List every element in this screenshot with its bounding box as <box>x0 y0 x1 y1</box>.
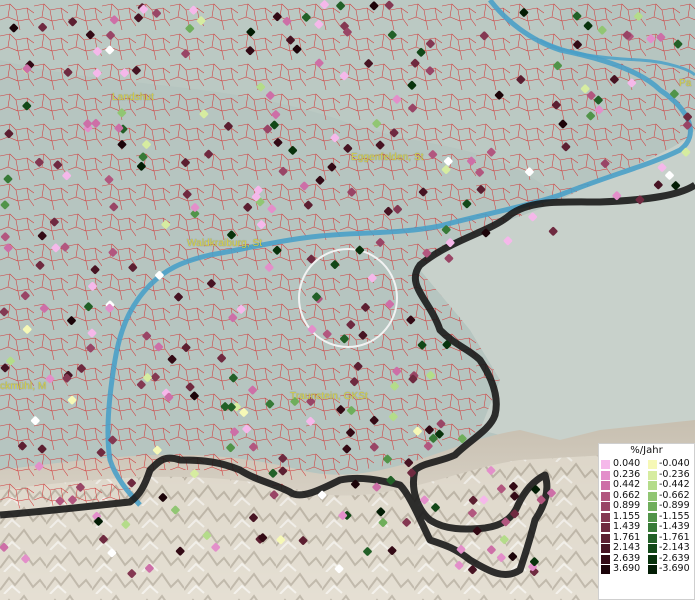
legend-value-negative: -0.236 <box>659 468 690 480</box>
legend-swatch-positive <box>601 565 610 574</box>
legend-swatch-negative <box>648 481 657 490</box>
legend-value-negative: -2.143 <box>659 542 690 553</box>
legend-value-negative: -1.155 <box>659 510 690 522</box>
legend-swatch-positive <box>601 460 610 469</box>
place-label-landshut: Landshut <box>112 92 154 103</box>
map-canvas[interactable] <box>0 0 695 600</box>
legend-value-positive: 0.442 <box>613 479 641 490</box>
place-label-neumuehl: ckmühl, M <box>0 381 47 392</box>
legend-swatch-positive <box>601 533 610 543</box>
legend-value-negative: -3.690 <box>659 563 690 574</box>
legend-swatch-positive <box>601 470 610 480</box>
legend-value-negative: -0.899 <box>659 500 690 511</box>
legend-value-positive: 3.690 <box>613 563 641 574</box>
legend-swatch-negative <box>648 523 657 532</box>
legend-swatch-negative <box>648 554 657 564</box>
legend-swatch-positive <box>601 481 610 490</box>
legend: %/Jahr 0.040 -0.040 0.236 -0.236 0.442 -0.442… <box>598 443 695 600</box>
legend-value-negative: -0.040 <box>659 458 690 469</box>
legend-value-positive: 0.236 <box>613 468 641 480</box>
legend-value-negative: -0.662 <box>659 489 690 501</box>
legend-value-negative: -0.442 <box>659 479 690 490</box>
legend-swatch-positive <box>601 502 610 511</box>
legend-swatch-positive <box>601 554 610 564</box>
legend-value-positive: 1.155 <box>613 510 641 522</box>
legend-swatch-positive <box>601 544 610 553</box>
legend-swatch-positive <box>601 523 610 532</box>
legend-value-negative: -1.761 <box>659 531 690 543</box>
legend-swatch-negative <box>648 533 657 543</box>
legend-value-negative: -2.639 <box>659 552 690 564</box>
place-label-waldkraiburg: Waldkraiburg, St <box>187 238 263 249</box>
legend-row: 3.690 -3.690 <box>599 563 695 575</box>
legend-value-negative: -1.439 <box>659 521 690 532</box>
legend-swatch-positive <box>601 491 610 501</box>
legend-value-positive: 2.143 <box>613 542 641 553</box>
legend-value-positive: 2.639 <box>613 552 641 564</box>
legend-swatch-negative <box>648 544 657 553</box>
legend-rows: 0.040 -0.040 0.236 -0.236 0.442 -0.442 0.662 -0… <box>599 458 695 575</box>
legend-swatch-positive <box>601 512 610 522</box>
legend-title: %/Jahr <box>630 445 663 456</box>
legend-value-positive: 0.662 <box>613 489 641 501</box>
legend-swatch-negative <box>648 491 657 501</box>
legend-swatch-negative <box>648 460 657 469</box>
legend-swatch-negative <box>648 512 657 522</box>
legend-value-positive: 1.439 <box>613 521 641 532</box>
legend-swatch-negative <box>648 565 657 574</box>
place-label-traunstein: Traunstein, GKSt <box>290 391 368 402</box>
legend-swatch-negative <box>648 502 657 511</box>
place-label-eggenfelden: Eggenfelden, St <box>351 152 424 163</box>
legend-value-positive: 1.761 <box>613 531 641 543</box>
place-label-passau: Pa <box>679 78 692 89</box>
legend-swatch-negative <box>648 470 657 480</box>
legend-value-positive: 0.040 <box>613 458 641 469</box>
legend-value-positive: 0.899 <box>613 500 641 511</box>
